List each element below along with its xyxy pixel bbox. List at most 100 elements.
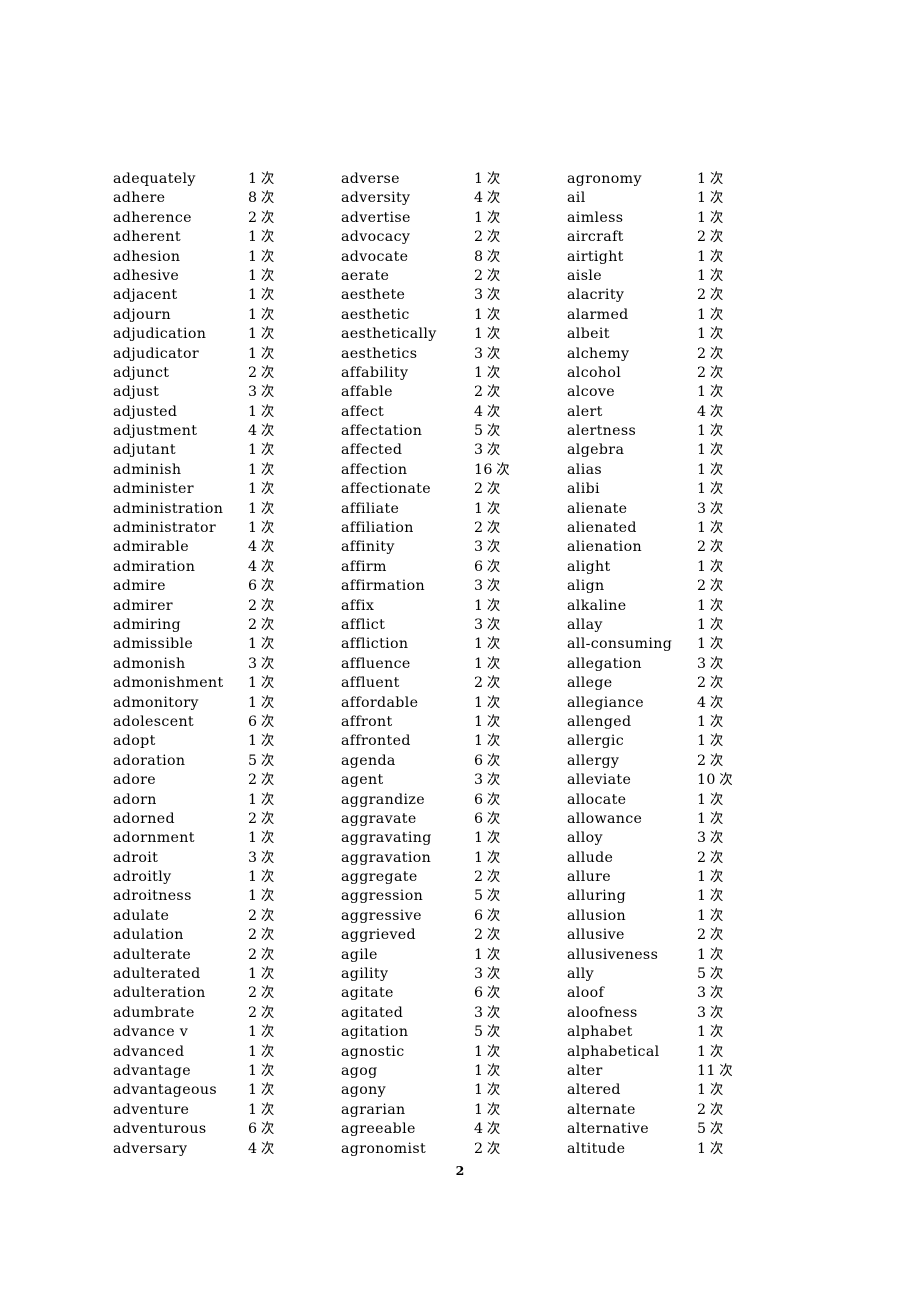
frequency-number: 3 [697, 830, 707, 847]
frequency-unit-label: 次 [709, 462, 724, 478]
vocabulary-entry-row: affix 1 次 [341, 597, 567, 616]
vocabulary-word: affectionate [341, 481, 431, 498]
vocabulary-word: agronomy [567, 171, 642, 187]
vocabulary-word: adulterate [113, 946, 192, 963]
frequency-number: 11 [697, 1062, 716, 1079]
frequency-unit-label: 次 [709, 385, 724, 401]
vocabulary-frequency: 3次 [697, 655, 723, 674]
frequency-unit-label: 次 [486, 734, 501, 750]
vocabulary-word: admirable [113, 539, 189, 556]
frequency-unit-label: 次 [709, 579, 724, 595]
vocabulary-word: agronomist [341, 1140, 427, 1157]
frequency-unit-label: 次 [486, 773, 501, 789]
vocabulary-entry-row: adjusted 1 次 [113, 403, 341, 422]
vocabulary-frequency: 3次 [697, 1004, 723, 1023]
vocabulary-frequency: 1次 [248, 306, 274, 325]
frequency-number: 1 [697, 888, 707, 905]
vocabulary-word: admissible [113, 636, 194, 653]
vocabulary-entry-row: agile 1 次 [341, 946, 567, 965]
vocabulary-list: adequately 1 次 adhere 8 次 adherence 2 次 adherent 1… [113, 170, 813, 1159]
vocabulary-frequency: 1次 [474, 364, 500, 383]
vocabulary-entry-row: adulterated 1 次 [113, 965, 341, 984]
vocabulary-entry-row: adorned 2 次 [113, 810, 341, 829]
frequency-unit-label: 次 [709, 210, 724, 226]
vocabulary-word: alertness [567, 423, 637, 440]
vocabulary-frequency: 1次 [248, 267, 274, 286]
vocabulary-word: aggrieved [341, 927, 416, 944]
frequency-number: 2 [248, 772, 258, 789]
frequency-number: 6 [474, 791, 484, 808]
frequency-unit-label: 次 [260, 831, 275, 847]
vocabulary-frequency: 8次 [248, 189, 274, 208]
vocabulary-entry-row: alibi 1 次 [567, 480, 799, 499]
vocabulary-word: adventure [113, 1101, 190, 1118]
vocabulary-frequency: 1次 [248, 480, 274, 499]
frequency-unit-label: 次 [486, 501, 501, 517]
vocabulary-entry-row: adjourn 1 次 [113, 306, 341, 325]
vocabulary-word: aesthetically [341, 326, 437, 343]
vocabulary-word: alloy [567, 830, 603, 847]
vocabulary-word: admonishment [113, 675, 224, 692]
frequency-number: 1 [248, 733, 258, 750]
frequency-number: 1 [697, 481, 707, 498]
frequency-unit-label: 次 [260, 967, 275, 983]
vocabulary-frequency: 1次 [248, 965, 274, 984]
vocabulary-word: advertise [341, 209, 411, 226]
frequency-unit-label: 次 [260, 346, 275, 362]
vocabulary-entry-row: allege 2 次 [567, 674, 799, 693]
vocabulary-frequency: 1次 [248, 868, 274, 887]
frequency-number: 1 [697, 520, 707, 537]
vocabulary-frequency: 1次 [248, 519, 274, 538]
frequency-number: 6 [474, 752, 484, 769]
vocabulary-entry-row: affiliate 1 次 [341, 500, 567, 519]
vocabulary-entry-row: adverse 1 次 [341, 170, 567, 189]
frequency-unit-label: 次 [709, 1122, 724, 1138]
vocabulary-frequency: 1次 [697, 189, 723, 208]
vocabulary-word: aggravate [341, 810, 417, 827]
vocabulary-frequency: 1次 [248, 500, 274, 519]
vocabulary-entry-row: allergy 2 次 [567, 752, 799, 771]
frequency-number: 1 [248, 500, 258, 517]
frequency-unit-label: 次 [486, 443, 501, 459]
vocabulary-frequency: 3次 [697, 829, 723, 848]
frequency-number: 2 [474, 1140, 484, 1157]
frequency-unit-label: 次 [486, 617, 501, 633]
vocabulary-frequency: 2次 [697, 538, 723, 557]
frequency-unit-label: 次 [709, 792, 724, 808]
frequency-number: 1 [697, 636, 707, 653]
vocabulary-frequency: 3次 [697, 500, 723, 519]
vocabulary-frequency: 1次 [474, 829, 500, 848]
vocabulary-entry-row: aesthetic 1 次 [341, 306, 567, 325]
frequency-number: 3 [474, 287, 484, 304]
vocabulary-entry-row: agitation 5 次 [341, 1023, 567, 1042]
vocabulary-word: albeit [567, 326, 610, 343]
frequency-number: 2 [697, 752, 707, 769]
vocabulary-word: aggression [341, 888, 424, 905]
vocabulary-frequency: 2次 [697, 849, 723, 868]
frequency-number: 1 [474, 733, 484, 750]
frequency-number: 1 [474, 946, 484, 963]
frequency-number: 1 [248, 1062, 258, 1079]
frequency-unit-label: 次 [709, 172, 724, 187]
vocabulary-entry-row: admonishment 1 次 [113, 674, 341, 693]
vocabulary-word: aesthetics [341, 345, 418, 362]
vocabulary-frequency: 5次 [474, 422, 500, 441]
vocabulary-word: advantageous [113, 1082, 217, 1099]
vocabulary-entry-row: adore 2 次 [113, 771, 341, 790]
vocabulary-entry-row: alloy 3 次 [567, 829, 799, 848]
vocabulary-word: affirmation [341, 578, 425, 595]
vocabulary-word: alleviate [567, 772, 632, 789]
vocabulary-entry-row: adulterate 2 次 [113, 946, 341, 965]
frequency-number: 2 [697, 927, 707, 944]
vocabulary-entry-row: alias 1 次 [567, 461, 799, 480]
vocabulary-word: adulterated [113, 966, 201, 983]
vocabulary-word: administer [113, 481, 194, 498]
frequency-unit-label: 次 [486, 870, 501, 886]
vocabulary-frequency: 1次 [474, 655, 500, 674]
vocabulary-frequency: 1次 [697, 519, 723, 538]
frequency-unit-label: 次 [260, 617, 275, 633]
vocabulary-word: adulteration [113, 985, 206, 1002]
frequency-number: 1 [248, 830, 258, 847]
frequency-number: 2 [248, 810, 258, 827]
vocabulary-word: adjacent [113, 287, 178, 304]
